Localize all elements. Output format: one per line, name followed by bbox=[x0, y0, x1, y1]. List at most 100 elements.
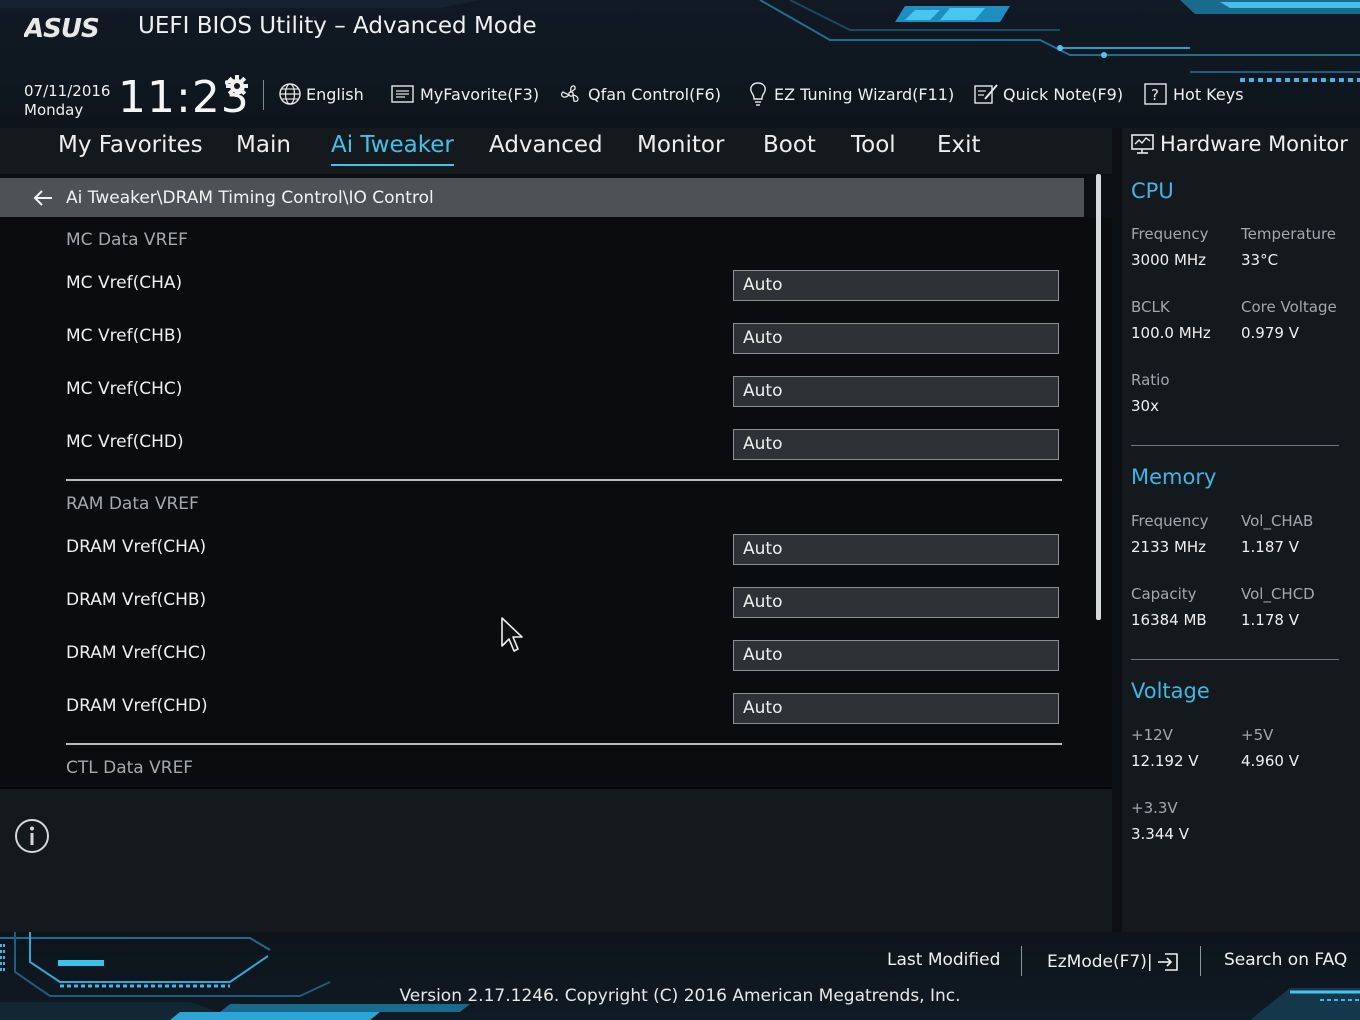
footer-circuit-decoration bbox=[0, 932, 1360, 1020]
tab-boot[interactable]: Boot bbox=[763, 132, 816, 166]
cpu-bclk-label: BCLK bbox=[1131, 298, 1170, 316]
option-select-dram-vref-chb[interactable]: Auto bbox=[733, 587, 1059, 618]
date-text: 07/11/2016 bbox=[24, 82, 111, 100]
cpu-frequency-value: 3000 MHz bbox=[1131, 251, 1207, 269]
fan-icon bbox=[560, 85, 579, 102]
note-icon bbox=[974, 84, 998, 104]
voltage-12v-value: 12.192 V bbox=[1131, 752, 1199, 770]
memory-vol-chcd-value: 1.178 V bbox=[1241, 611, 1299, 629]
option-label-dram-vref-chd: DRAM Vref(CHD) bbox=[66, 696, 208, 716]
scrollbar[interactable] bbox=[1096, 174, 1101, 620]
asus-logo: ASUS bbox=[24, 14, 100, 42]
cpu-core-voltage-label: Core Voltage bbox=[1241, 298, 1337, 316]
back-arrow-icon[interactable] bbox=[32, 188, 54, 208]
svg-text:ASUS: ASUS bbox=[24, 14, 99, 42]
tab-main[interactable]: Main bbox=[236, 132, 291, 166]
option-select-dram-vref-cha[interactable]: Auto bbox=[733, 534, 1059, 565]
voltage-3v3-label: +3.3V bbox=[1131, 799, 1178, 817]
memory-vol-chcd-label: Vol_CHCD bbox=[1241, 585, 1315, 603]
section-title-mc-data-vref: MC Data VREF bbox=[66, 230, 188, 250]
ez-tuning-wizard-button[interactable]: EZ Tuning Wizard(F11) bbox=[746, 80, 954, 108]
tab-my-favorites[interactable]: My Favorites bbox=[58, 132, 203, 166]
day-text: Monday bbox=[24, 101, 84, 119]
memory-frequency-value: 2133 MHz bbox=[1131, 538, 1207, 556]
hw-section-memory: Memory bbox=[1131, 465, 1217, 489]
info-icon bbox=[15, 819, 49, 853]
gear-icon[interactable] bbox=[225, 74, 249, 98]
ezmode-button[interactable]: EzMode(F7)| bbox=[1047, 950, 1181, 974]
favorite-list-icon bbox=[391, 85, 414, 103]
breadcrumb: Ai Tweaker\DRAM Timing Control\IO Contro… bbox=[0, 178, 1084, 217]
option-select-mc-vref-cha[interactable]: Auto bbox=[733, 270, 1059, 301]
qfan-label: Qfan Control(F6) bbox=[588, 84, 721, 104]
hw-divider bbox=[1131, 659, 1339, 660]
hw-section-cpu: CPU bbox=[1131, 179, 1174, 203]
hw-section-voltage: Voltage bbox=[1131, 679, 1210, 703]
voltage-12v-label: +12V bbox=[1131, 726, 1173, 744]
footer-divider bbox=[1021, 946, 1022, 976]
section-divider bbox=[66, 743, 1062, 745]
option-label-dram-vref-chb: DRAM Vref(CHB) bbox=[66, 590, 207, 610]
voltage-5v-label: +5V bbox=[1241, 726, 1274, 744]
app-title: UEFI BIOS Utility – Advanced Mode bbox=[138, 13, 537, 39]
settings-list: MC Data VREF MC Vref(CHA) Auto MC Vref(C… bbox=[0, 217, 1112, 785]
monitor-icon bbox=[1131, 134, 1154, 154]
footer-bar: Last Modified EzMode(F7)| Search on FAQ … bbox=[0, 932, 1360, 1020]
header-bar: ASUS UEFI BIOS Utility – Advanced Mode 0… bbox=[0, 0, 1360, 128]
cpu-temperature-label: Temperature bbox=[1241, 225, 1337, 243]
hot-keys-button[interactable]: ? Hot Keys bbox=[1143, 80, 1244, 108]
help-panel bbox=[0, 787, 1112, 932]
option-label-mc-vref-chc: MC Vref(CHC) bbox=[66, 379, 183, 399]
mouse-cursor-icon bbox=[501, 617, 523, 652]
tab-tool[interactable]: Tool bbox=[851, 132, 896, 166]
date-display: 07/11/2016 Monday bbox=[24, 82, 110, 120]
cpu-bclk-value: 100.0 MHz bbox=[1131, 324, 1211, 342]
option-select-mc-vref-chd[interactable]: Auto bbox=[733, 429, 1059, 460]
footer-divider bbox=[1200, 946, 1201, 976]
search-faq-button[interactable]: Search on FAQ bbox=[1224, 950, 1347, 970]
question-icon: ? bbox=[1144, 83, 1167, 105]
tab-monitor[interactable]: Monitor bbox=[637, 132, 724, 166]
qfan-control-button[interactable]: Qfan Control(F6) bbox=[558, 80, 721, 108]
globe-icon bbox=[279, 83, 301, 105]
option-label-mc-vref-chb: MC Vref(CHB) bbox=[66, 326, 183, 346]
language-button[interactable]: English bbox=[278, 80, 364, 108]
last-modified-button[interactable]: Last Modified bbox=[887, 950, 1000, 970]
tab-ai-tweaker[interactable]: Ai Tweaker bbox=[331, 132, 454, 166]
tab-exit[interactable]: Exit bbox=[937, 132, 981, 166]
quick-note-label: Quick Note(F9) bbox=[1003, 84, 1124, 104]
hardware-monitor-panel: Hardware Monitor CPU Frequency 3000 MHz … bbox=[1122, 128, 1360, 932]
memory-vol-chab-value: 1.187 V bbox=[1241, 538, 1299, 556]
hardware-monitor-label: Hardware Monitor bbox=[1160, 132, 1348, 156]
voltage-3v3-value: 3.344 V bbox=[1131, 825, 1189, 843]
section-title-ctl-data-vref: CTL Data VREF bbox=[66, 758, 194, 778]
cpu-ratio-value: 30x bbox=[1131, 397, 1159, 415]
svg-text:?: ? bbox=[1151, 86, 1159, 104]
quick-note-button[interactable]: Quick Note(F9) bbox=[973, 80, 1123, 108]
option-select-dram-vref-chd[interactable]: Auto bbox=[733, 693, 1059, 724]
cpu-core-voltage-value: 0.979 V bbox=[1241, 324, 1299, 342]
option-label-dram-vref-cha: DRAM Vref(CHA) bbox=[66, 537, 207, 557]
hot-keys-label: Hot Keys bbox=[1173, 84, 1244, 104]
memory-capacity-value: 16384 MB bbox=[1131, 611, 1207, 629]
option-label-mc-vref-chd: MC Vref(CHD) bbox=[66, 432, 184, 452]
myfavorite-button[interactable]: MyFavorite(F3) bbox=[390, 80, 539, 108]
cpu-frequency-label: Frequency bbox=[1131, 225, 1209, 243]
option-select-dram-vref-chc[interactable]: Auto bbox=[733, 640, 1059, 671]
hardware-monitor-title: Hardware Monitor bbox=[1130, 132, 1348, 156]
voltage-5v-value: 4.960 V bbox=[1241, 752, 1299, 770]
section-title-ram-data-vref: RAM Data VREF bbox=[66, 494, 199, 514]
ez-tuning-label: EZ Tuning Wizard(F11) bbox=[774, 84, 955, 104]
cpu-temperature-value: 33°C bbox=[1241, 251, 1279, 269]
option-label-mc-vref-cha: MC Vref(CHA) bbox=[66, 273, 183, 293]
breadcrumb-path: Ai Tweaker\DRAM Timing Control\IO Contro… bbox=[66, 187, 434, 208]
memory-capacity-label: Capacity bbox=[1131, 585, 1197, 603]
memory-vol-chab-label: Vol_CHAB bbox=[1241, 512, 1314, 530]
memory-frequency-label: Frequency bbox=[1131, 512, 1209, 530]
option-select-mc-vref-chb[interactable]: Auto bbox=[733, 323, 1059, 354]
tab-advanced[interactable]: Advanced bbox=[489, 132, 603, 166]
copyright-text: Version 2.17.1246. Copyright (C) 2016 Am… bbox=[399, 986, 961, 1006]
option-select-mc-vref-chc[interactable]: Auto bbox=[733, 376, 1059, 407]
option-label-dram-vref-chc: DRAM Vref(CHC) bbox=[66, 643, 207, 663]
myfavorite-label: MyFavorite(F3) bbox=[420, 84, 540, 104]
